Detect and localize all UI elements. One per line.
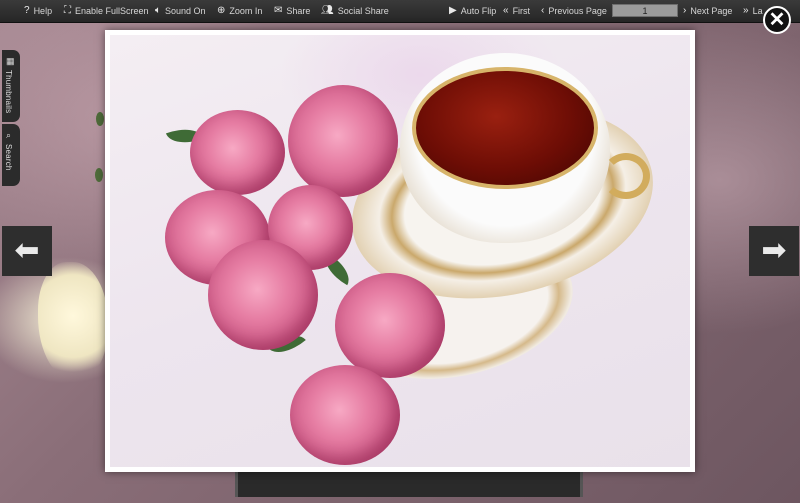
- background-leaf: [95, 168, 103, 182]
- auto-flip-button[interactable]: ▶ Auto Flip: [449, 0, 496, 22]
- last-page-button[interactable]: » La: [743, 0, 763, 22]
- cup-handle: [602, 153, 650, 199]
- chevron-left-icon: ‹: [541, 5, 545, 16]
- rose: [290, 365, 400, 465]
- zoom-button[interactable]: ⊕ Zoom In: [217, 0, 262, 22]
- top-toolbar: ? Help ⛶ Enable FullScreen 🔈︎ Sound On ⊕…: [0, 0, 800, 23]
- fullscreen-icon: ⛶: [64, 5, 71, 16]
- next-arrow-button[interactable]: ➡: [749, 226, 799, 276]
- help-button[interactable]: ? Help: [24, 0, 52, 22]
- close-button[interactable]: ✕: [763, 6, 791, 34]
- envelope-icon: ✉: [274, 5, 283, 16]
- background-leaf: [96, 112, 104, 126]
- rose: [335, 273, 445, 378]
- previous-arrow-button[interactable]: ⬅: [2, 226, 52, 276]
- tea-and-roses-photo: [110, 35, 690, 467]
- tab-thumbnails[interactable]: ▦ Thumbnails: [2, 50, 20, 122]
- tab-search[interactable]: ⌕ Search: [2, 124, 20, 186]
- next-page-button[interactable]: › Next Page: [683, 0, 732, 22]
- rose: [288, 85, 398, 197]
- tea: [412, 67, 598, 189]
- fullscreen-button[interactable]: ⛶ Enable FullScreen: [64, 0, 149, 22]
- social-share-button[interactable]: 👥︎ Social Share: [321, 0, 389, 22]
- book-spine-bar: [235, 469, 583, 497]
- double-chevron-left-icon: «: [503, 5, 509, 16]
- close-icon: ✕: [768, 9, 786, 31]
- first-page-button[interactable]: « First: [503, 0, 530, 22]
- double-chevron-right-icon: »: [743, 5, 749, 16]
- help-icon: ?: [24, 5, 30, 16]
- page-number-input[interactable]: 1: [612, 4, 678, 17]
- photo-frame: [105, 30, 695, 472]
- previous-page-button[interactable]: ‹ Previous Page: [541, 0, 607, 22]
- speaker-icon: 🔈︎: [155, 5, 161, 16]
- arrow-right-icon: ➡: [761, 234, 787, 267]
- people-icon: 👥︎: [321, 5, 334, 16]
- zoom-icon: ⊕: [217, 5, 226, 16]
- chevron-right-icon: ›: [683, 5, 687, 16]
- search-icon: ⌕: [6, 130, 12, 140]
- rose: [190, 110, 285, 195]
- grid-icon: ▦: [6, 56, 15, 66]
- play-icon: ▶: [449, 5, 457, 16]
- arrow-left-icon: ⬅: [14, 234, 40, 267]
- share-button[interactable]: ✉ Share: [274, 0, 310, 22]
- background-flower: [38, 262, 108, 382]
- sound-button[interactable]: 🔈︎ Sound On: [155, 0, 206, 22]
- rose: [208, 240, 318, 350]
